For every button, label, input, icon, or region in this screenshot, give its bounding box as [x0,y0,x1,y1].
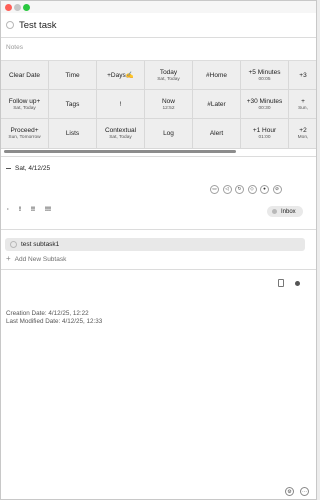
quick-action-sublabel: Sat, Today [157,76,180,82]
task-title[interactable]: Test task [19,20,57,31]
quick-action-button[interactable]: Time [49,61,97,90]
subtask-checkbox[interactable] [10,241,17,248]
quick-action-button[interactable]: +5 Minutes 00:05 [241,61,289,90]
add-subtask-label: Add New Subtask [14,255,67,263]
quick-actions-grid: Clear Date Time +Days✍️ Today Sat, Today #Hom… [1,61,316,149]
quick-action-label: Tags [65,100,80,108]
quick-action-button[interactable]: Follow up+ Sat, Today [1,90,49,119]
quick-action-button[interactable]: Clear Date [1,61,49,90]
zoom-window-button[interactable] [23,4,30,11]
quick-action-sublabel: 12:52 [162,105,175,111]
quick-action-label: +Days✍️ [107,72,134,79]
subtask-item[interactable]: test subtask1 [5,238,305,251]
horizontal-scrollbar[interactable] [4,150,236,153]
date-indicator-icon [6,168,11,169]
task-metadata: Creation Date: 4/12/25, 12:22 Last Modif… [6,310,102,326]
quick-action-label: Clear Date [8,71,41,79]
quick-action-button[interactable]: +30 Minutes 00:30 [241,90,289,119]
minimize-window-button[interactable] [14,4,21,11]
quick-action-button[interactable]: Tags [49,90,97,119]
repeat-icon[interactable]: ↻ [235,185,244,194]
quick-action-button[interactable]: Log [145,119,193,149]
divider [1,269,316,270]
quick-action-button[interactable]: Contextual Sat, Today [97,119,145,149]
divider [1,229,316,230]
quick-action-label: +3 [299,71,307,79]
attribute-icons: ▭ ◁ ↻ ◇ ● ⊘ [210,185,285,194]
color-dot-icon[interactable] [295,281,300,286]
quick-action-sublabel: Sun, Tomorrow [8,135,41,140]
quick-action-button[interactable]: +1 Hour 01:00 [241,119,289,149]
quick-action-label: Alert [209,130,224,137]
list-badge-label: Inbox [281,208,296,215]
quick-action-sublabel: Mon, [297,135,309,140]
document-icon[interactable] [278,279,284,287]
quick-action-button[interactable]: ! [97,90,145,119]
priority-selector: · ! !! !!! [7,207,61,213]
priority-none[interactable]: · [7,207,9,213]
quick-action-button[interactable]: Lists [49,119,97,149]
quick-action-label: ! [119,100,122,108]
due-date-row[interactable]: Sat, 4/12/25 [6,165,50,172]
quick-action-button[interactable]: +2 Mon, [289,119,316,149]
quick-action-button[interactable]: Proceed+ Sun, Tomorrow [1,119,49,149]
settings-icon[interactable]: ⚙ [285,487,294,496]
close-window-button[interactable] [5,4,12,11]
quick-action-label: Time [65,71,80,79]
add-subtask-button[interactable]: + Add New Subtask [6,255,66,263]
quick-action-label: Proceed+ [10,127,39,134]
priority-medium[interactable]: !! [31,207,35,213]
quick-action-label: +30 Minutes [246,97,283,105]
quick-action-button[interactable]: Today Sat, Today [145,61,193,90]
plus-icon: + [6,254,11,263]
quick-action-button[interactable]: +3 [289,61,316,90]
quick-action-button[interactable]: + Sun, [289,90,316,119]
due-date-label: Sat, 4/12/25 [15,165,51,172]
divider [1,156,316,157]
quick-action-label: Contextual [104,127,137,134]
paperclip-icon[interactable]: ⊘ [272,185,282,194]
quick-action-label: Lists [65,130,80,137]
quick-action-label: Follow up+ [8,97,41,105]
divider [1,37,316,38]
notes-field[interactable]: Notes [6,44,23,51]
quick-action-label: Now [161,97,175,105]
speaker-icon[interactable]: ◁ [222,185,232,194]
quick-action-label: +1 Hour [252,127,277,134]
quick-action-sublabel: 01:00 [258,135,271,140]
quick-action-label: +2 [299,127,307,134]
quick-action-label: + [301,97,305,105]
quick-action-sublabel: Sun, [298,105,308,111]
task-complete-checkbox[interactable] [6,21,14,29]
quick-action-sublabel: Sat, Today [13,105,36,111]
subtask-title[interactable]: test subtask1 [21,241,59,248]
quick-action-label: Log [163,130,174,137]
quick-action-label: #Later [207,100,226,108]
list-badge[interactable]: Inbox [267,206,303,217]
calendar-icon[interactable]: ▭ [210,185,219,194]
task-editor-window: Test task Notes Clear Date Time +Days✍️ Tod… [0,0,317,500]
quick-action-button[interactable]: Now 12:52 [145,90,193,119]
tag-icon[interactable]: ◇ [247,185,257,194]
priority-low[interactable]: ! [19,207,21,213]
quick-action-button[interactable]: #Home [193,61,241,90]
quick-action-sublabel: Sat, Today [109,135,132,140]
quick-action-button[interactable]: #Later [193,90,241,119]
list-color-icon [272,209,277,214]
priority-high[interactable]: !!! [45,207,51,213]
quick-action-sublabel: 00:05 [258,76,271,82]
creation-date: Creation Date: 4/12/25, 12:22 [6,310,89,317]
quick-action-button[interactable]: +Days✍️ [97,61,145,90]
task-header: Test task [6,18,57,32]
location-pin-icon[interactable]: ● [260,185,269,194]
title-bar [1,1,316,13]
more-options-icon[interactable]: ⋯ [300,487,309,496]
quick-action-sublabel: 00:30 [258,105,271,111]
quick-action-button[interactable]: Alert [193,119,241,149]
modified-date: Last Modified Date: 4/12/25, 12:33 [6,318,103,325]
quick-action-label: #Home [206,71,227,79]
quick-action-label: +5 Minutes [248,68,281,76]
quick-action-label: Today [159,68,178,76]
